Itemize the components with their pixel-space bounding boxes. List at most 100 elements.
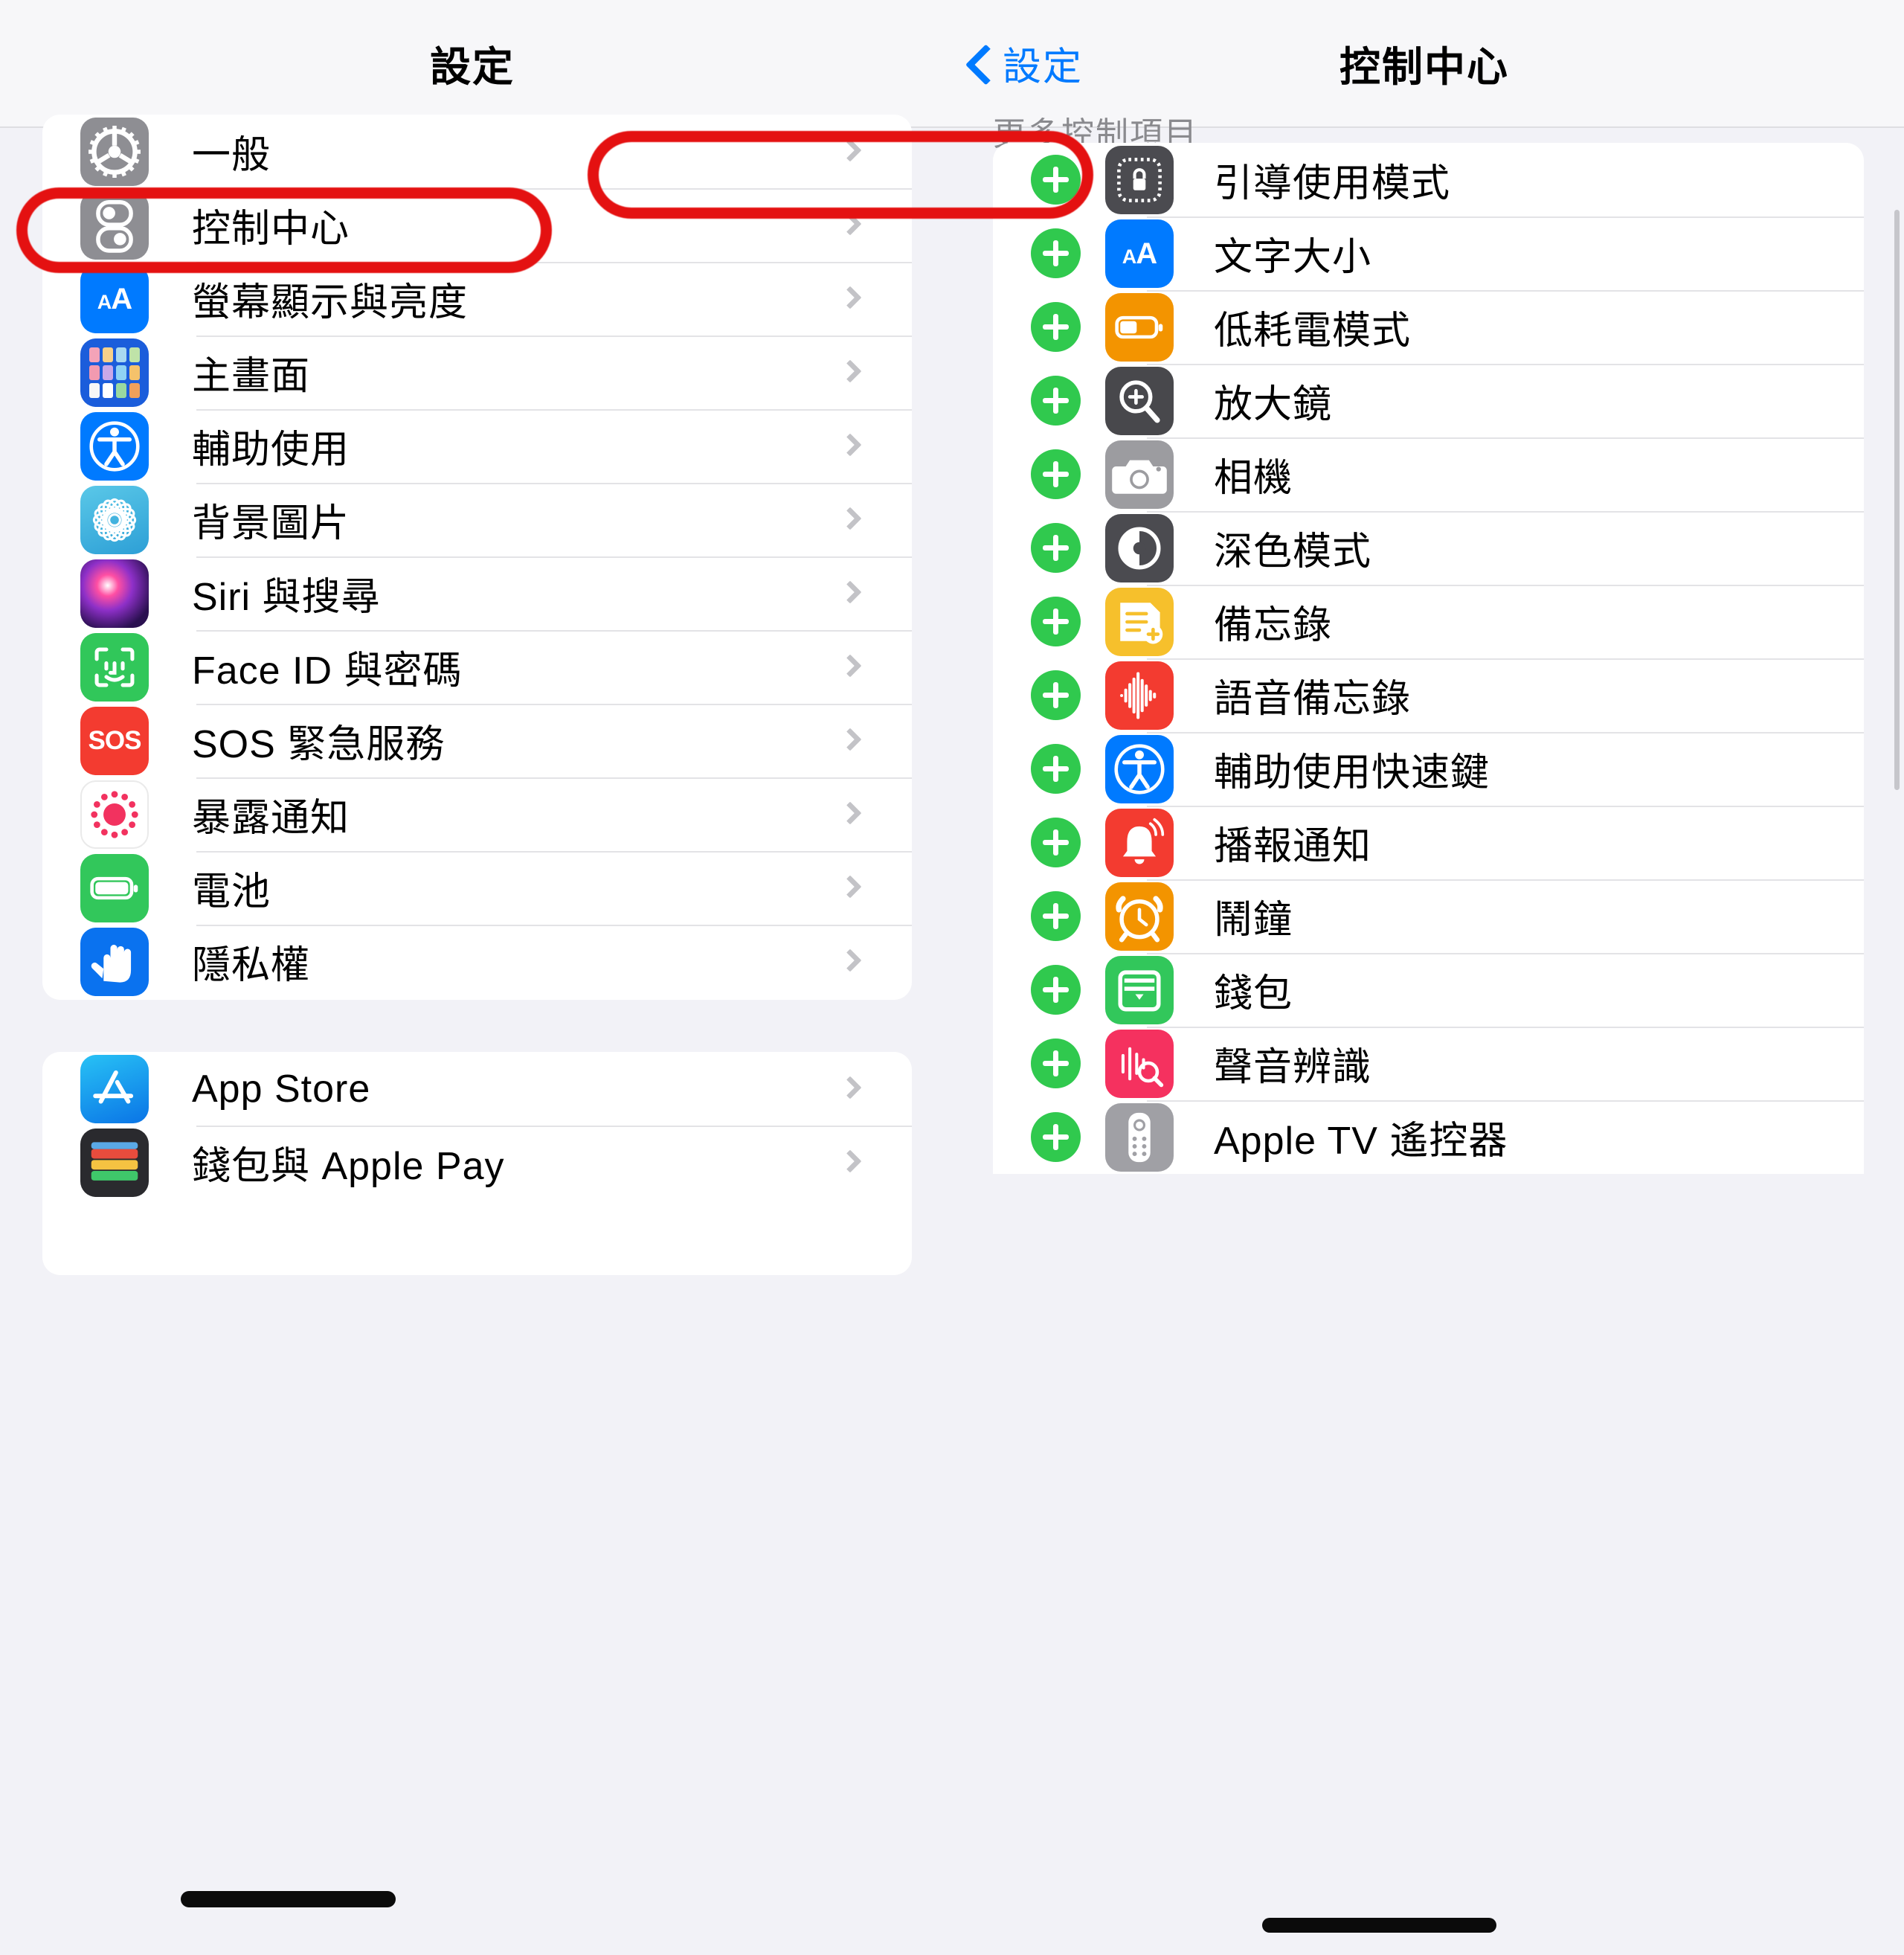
sidebar-item[interactable]: App Store	[42, 1052, 912, 1126]
add-control-button[interactable]	[1031, 965, 1081, 1015]
add-control-button[interactable]	[1031, 818, 1081, 867]
sidebar-item[interactable]: Face ID 與密碼	[42, 630, 912, 704]
control-list-item[interactable]: 放大鏡	[993, 364, 1864, 437]
faceid-icon	[80, 632, 149, 702]
sidebar-item[interactable]: 電池	[42, 851, 912, 925]
left-navbar: 設定	[0, 0, 952, 128]
sos-icon: SOS	[80, 706, 149, 775]
back-button[interactable]: 設定	[967, 36, 1083, 92]
sidebar-item[interactable]: 隱私權	[42, 925, 912, 998]
accessibility-shortcut-icon	[1105, 734, 1174, 803]
home-screen-icon	[80, 338, 149, 407]
sidebar-item[interactable]: Siri 與搜尋	[42, 556, 912, 630]
add-control-button[interactable]	[1031, 228, 1081, 278]
control-list-item-label: 鬧鐘	[1214, 899, 1293, 942]
wallpaper-icon	[80, 485, 149, 554]
dark-mode-icon	[1105, 513, 1174, 582]
voice-memos-icon	[1105, 661, 1174, 730]
add-control-button[interactable]	[1031, 744, 1081, 794]
privacy-icon	[80, 927, 149, 996]
sidebar-item-label: 螢幕顯示與亮度	[192, 281, 469, 324]
sidebar-item[interactable]: 控制中心	[42, 188, 912, 262]
sidebar-item[interactable]: 輔助使用	[42, 409, 912, 483]
control-list-item[interactable]: Apple TV 遙控器	[993, 1100, 1864, 1174]
add-control-button[interactable]	[1031, 670, 1081, 720]
add-control-button[interactable]	[1031, 449, 1081, 499]
control-list-item[interactable]: 輔助使用快速鍵	[993, 732, 1864, 806]
control-list-item[interactable]: 聲音辨識	[993, 1027, 1864, 1100]
sidebar-item[interactable]: AA 螢幕顯示與亮度	[42, 262, 912, 336]
control-list-item[interactable]: AA 文字大小	[993, 216, 1864, 290]
control-list-item-label: 備忘錄	[1214, 604, 1333, 647]
control-list-item-label: 輔助使用快速鍵	[1214, 751, 1490, 794]
sidebar-item[interactable]: 錢包與 Apple Pay	[42, 1126, 912, 1199]
low-power-mode-icon	[1105, 292, 1174, 362]
control-list-item-label: 聲音辨識	[1214, 1046, 1372, 1089]
apple-tv-remote-icon	[1105, 1102, 1174, 1172]
add-control-button[interactable]	[1031, 155, 1081, 205]
settings-group-secondary: App Store 錢包與 Apple Pay	[42, 1052, 912, 1275]
sidebar-item-label: 輔助使用	[192, 428, 350, 472]
scrollbar[interactable]	[1894, 210, 1900, 790]
chevron-left-icon	[967, 42, 992, 85]
control-center-page-title: 控制中心	[1339, 44, 1510, 90]
sidebar-item[interactable]: SOS SOS 緊急服務	[42, 704, 912, 777]
add-control-button[interactable]	[1031, 376, 1081, 426]
chevron-right-icon	[838, 1149, 862, 1173]
add-control-button[interactable]	[1031, 891, 1081, 941]
chevron-right-icon	[838, 359, 862, 383]
sidebar-item-label: 暴露通知	[192, 797, 350, 840]
sidebar-item-label: Face ID 與密碼	[192, 649, 463, 693]
control-list-item-label: 放大鏡	[1214, 383, 1333, 426]
sidebar-item[interactable]: 暴露通知	[42, 777, 912, 851]
chevron-right-icon	[838, 506, 862, 530]
add-control-button[interactable]	[1031, 1112, 1081, 1162]
add-control-button[interactable]	[1031, 597, 1081, 646]
display-brightness-icon: AA	[80, 264, 149, 333]
add-control-button[interactable]	[1031, 302, 1081, 352]
more-controls-list: 引導使用模式 AA 文字大小 低耗電模式 放大鏡 相機 深色模式 備忘錄 語音備忘錄…	[993, 143, 1864, 1174]
control-list-item[interactable]: 語音備忘錄	[993, 658, 1864, 732]
sidebar-item-label: 錢包與 Apple Pay	[192, 1145, 505, 1188]
magnifier-icon	[1105, 366, 1174, 435]
control-list-item-label: 語音備忘錄	[1214, 678, 1412, 721]
control-list-item[interactable]: 低耗電模式	[993, 290, 1864, 364]
control-list-item-label: 引導使用模式	[1214, 162, 1451, 205]
sidebar-item[interactable]: 主畫面	[42, 336, 912, 409]
sidebar-item[interactable]: 背景圖片	[42, 483, 912, 556]
control-list-item[interactable]: 相機	[993, 437, 1864, 511]
sidebar-item-label: SOS 緊急服務	[192, 723, 446, 766]
control-list-item[interactable]: 錢包	[993, 953, 1864, 1027]
add-control-button[interactable]	[1031, 1039, 1081, 1088]
control-list-item[interactable]: 鬧鐘	[993, 879, 1864, 953]
control-list-item-label: Apple TV 遙控器	[1214, 1120, 1508, 1163]
sidebar-item-label: 隱私權	[192, 944, 311, 987]
control-list-item[interactable]: 播報通知	[993, 806, 1864, 879]
notes-icon	[1105, 587, 1174, 656]
sidebar-item-label: Siri 與搜尋	[192, 576, 381, 619]
control-list-item[interactable]: 備忘錄	[993, 585, 1864, 658]
control-center-panel: 更多控制項目 引導使用模式 AA 文字大小 低耗電模式 放大鏡 相機 深色模式 備忘…	[952, 116, 1904, 1955]
control-list-item[interactable]: 深色模式	[993, 511, 1864, 585]
siri-icon	[80, 559, 149, 628]
chevron-right-icon	[838, 948, 862, 972]
sidebar-item[interactable]: 一般	[42, 115, 912, 188]
sidebar-item-label: 背景圖片	[192, 502, 350, 545]
chevron-right-icon	[838, 211, 862, 236]
exposure-notification-icon	[80, 780, 149, 849]
alarm-icon	[1105, 882, 1174, 951]
control-list-item-label: 文字大小	[1214, 236, 1372, 279]
back-button-label: 設定	[1003, 45, 1084, 89]
add-control-button[interactable]	[1031, 523, 1081, 573]
control-list-item-label: 錢包	[1214, 972, 1293, 1015]
chevron-right-icon	[838, 285, 862, 309]
settings-page-title: 設定	[429, 44, 515, 90]
sidebar-item-label: 一般	[192, 134, 271, 177]
chevron-right-icon	[838, 653, 862, 678]
sidebar-item-label: App Store	[192, 1067, 371, 1111]
control-list-item[interactable]: 引導使用模式	[993, 143, 1864, 216]
chevron-right-icon	[838, 138, 862, 162]
chevron-right-icon	[838, 432, 862, 457]
sidebar-item-label: 控制中心	[192, 208, 350, 251]
gear-icon	[80, 117, 149, 186]
